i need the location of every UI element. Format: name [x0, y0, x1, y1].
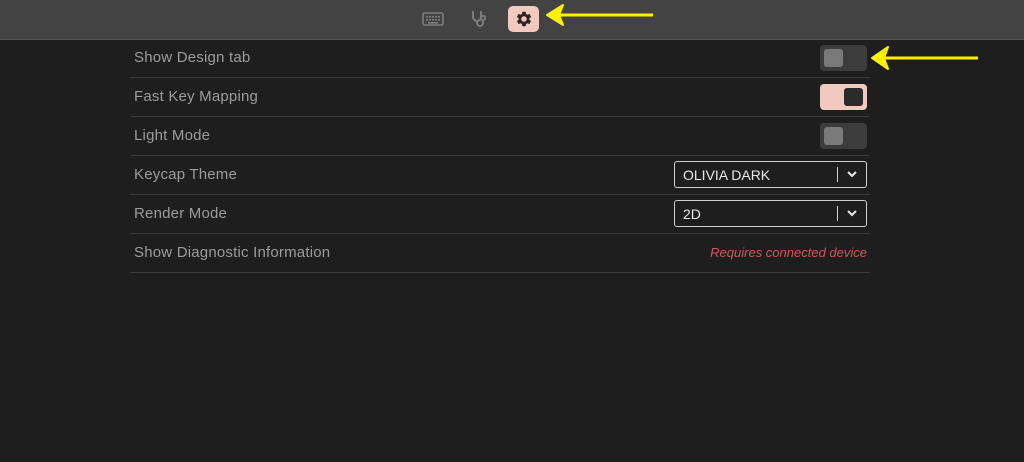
setting-row-light-mode: Light Mode — [130, 117, 870, 156]
select-value: OLIVIA DARK — [683, 167, 771, 183]
gear-icon — [516, 11, 531, 27]
top-navigation-bar — [0, 0, 1024, 40]
annotation-arrow-settings — [546, 4, 653, 26]
fast-key-mapping-toggle[interactable] — [820, 84, 867, 110]
setting-label: Show Design tab — [134, 49, 251, 66]
setting-row-keycap-theme: Keycap Theme OLIVIA DARK — [130, 156, 870, 195]
keycap-theme-select[interactable]: OLIVIA DARK — [674, 161, 867, 188]
toggle-knob — [824, 127, 843, 145]
diagnostics-tab[interactable] — [463, 6, 494, 32]
select-divider — [837, 206, 838, 221]
setting-row-fast-key-mapping: Fast Key Mapping — [130, 78, 870, 117]
annotation-arrow-toggle — [871, 46, 978, 70]
settings-tab[interactable] — [508, 6, 539, 32]
keyboard-tab[interactable] — [417, 6, 448, 32]
setting-label: Light Mode — [134, 127, 211, 144]
setting-row-show-design-tab: Show Design tab — [130, 39, 870, 78]
select-divider — [837, 167, 838, 182]
render-mode-select[interactable]: 2D — [674, 200, 867, 227]
chevron-down-icon — [847, 210, 857, 217]
setting-label: Show Diagnostic Information — [134, 244, 331, 261]
toggle-knob — [844, 88, 863, 106]
setting-label: Fast Key Mapping — [134, 88, 259, 105]
setting-row-show-diagnostic-information: Show Diagnostic Information Requires con… — [130, 234, 870, 273]
light-mode-toggle[interactable] — [820, 123, 867, 149]
requires-device-message: Requires connected device — [710, 245, 867, 260]
stethoscope-icon — [471, 11, 486, 27]
settings-list: Show Design tab Fast Key Mapping Light M… — [130, 39, 870, 273]
chevron-down-icon — [847, 171, 857, 178]
setting-label: Keycap Theme — [134, 166, 238, 183]
keyboard-icon — [421, 12, 444, 26]
setting-row-render-mode: Render Mode 2D — [130, 195, 870, 234]
toggle-knob — [824, 49, 843, 67]
show-design-tab-toggle[interactable] — [820, 45, 867, 71]
setting-label: Render Mode — [134, 205, 228, 222]
select-value: 2D — [683, 206, 701, 222]
